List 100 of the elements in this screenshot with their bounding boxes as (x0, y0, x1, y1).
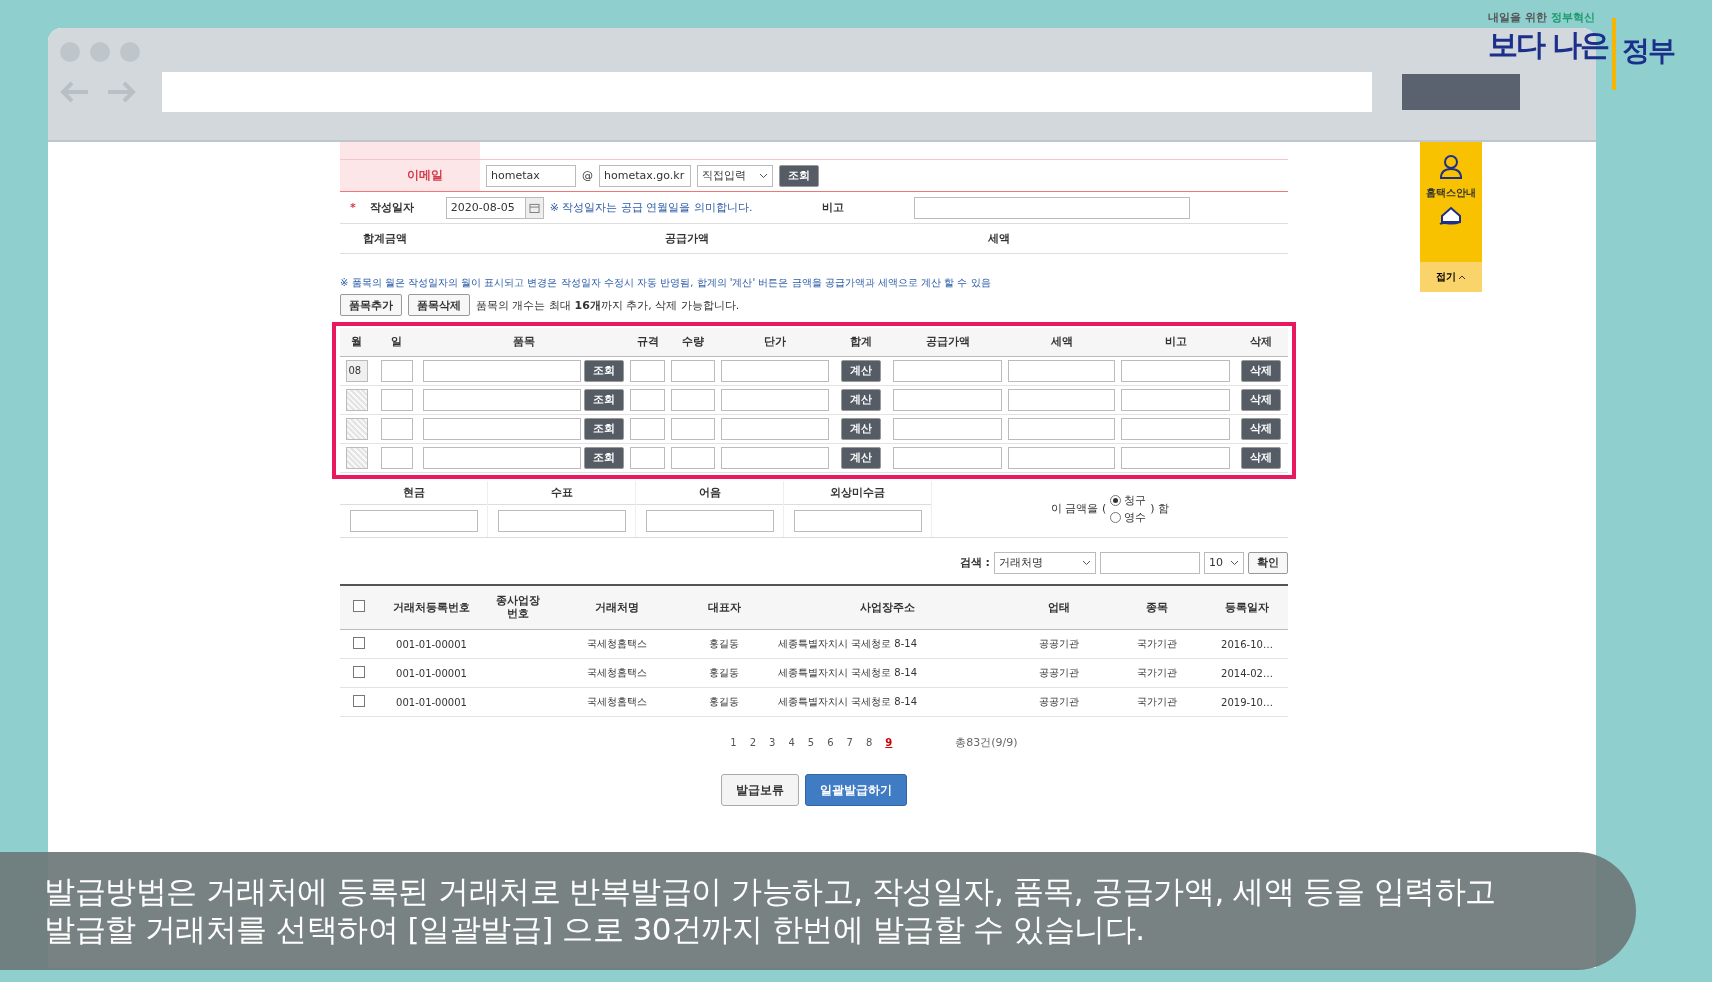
column-header: 단가 (718, 328, 832, 356)
supply-amount-field[interactable] (893, 417, 1002, 440)
hold-button[interactable]: 발급보류 (721, 774, 799, 806)
day-field[interactable] (380, 446, 413, 469)
quantity-field[interactable] (671, 359, 715, 382)
page-link[interactable]: 5 (807, 737, 815, 748)
page-link[interactable]: 9 (885, 737, 893, 748)
domain-select[interactable]: 직접입력 (697, 164, 773, 187)
spec-field[interactable] (630, 417, 665, 440)
collapse-button[interactable]: 접기 (1420, 262, 1482, 292)
unit-price-field[interactable] (721, 359, 829, 382)
row-checkbox[interactable] (352, 665, 365, 678)
search-type-select[interactable]: 거래처명 (994, 551, 1096, 574)
spec-field[interactable] (630, 446, 665, 469)
day-field[interactable] (380, 388, 413, 411)
select-all-checkbox[interactable] (352, 599, 365, 612)
search-field[interactable] (1100, 551, 1200, 574)
payment-field[interactable] (645, 509, 774, 532)
sidebar-label[interactable]: 홈택스안내 (1426, 180, 1476, 204)
supply-amount-field[interactable] (893, 388, 1002, 411)
page-link[interactable]: 7 (846, 737, 853, 748)
page-link[interactable]: 1 (730, 737, 737, 748)
delete-button[interactable]: 삭제 (1240, 417, 1281, 440)
page-link[interactable]: 4 (788, 737, 795, 748)
email-domain-field[interactable]: hometax.go.kr (599, 164, 691, 187)
amount-suffix: ) 함 (1150, 501, 1170, 516)
column-header: 종사업장 번호 (486, 585, 549, 630)
tax-field[interactable] (1008, 446, 1115, 469)
unit-price-field[interactable] (721, 446, 829, 469)
person-icon[interactable] (1439, 154, 1463, 180)
payment-field[interactable] (793, 509, 922, 532)
table-cell: 001-01-00001 (396, 696, 467, 708)
table-cell: 국가기관 (1137, 638, 1177, 649)
calculate-button[interactable]: 계산 (841, 388, 881, 411)
amount-prefix: 이 금액을 ( (1050, 501, 1107, 516)
page-size-select[interactable]: 10 (1204, 551, 1244, 574)
spec-field[interactable] (630, 359, 665, 382)
item-field[interactable] (423, 417, 581, 440)
tax-field[interactable] (1008, 417, 1115, 440)
item-field[interactable] (423, 359, 581, 382)
add-item-button[interactable]: 품목추가 (340, 294, 402, 316)
subtitle-line: 발급할 거래처를 선택하여 [일괄발급] 으로 30건까지 한번에 발급할 수 있습니다. (44, 910, 1146, 948)
item-field[interactable] (423, 388, 581, 411)
chevron-down-icon (1230, 559, 1239, 566)
day-field[interactable] (380, 359, 413, 382)
tax-field[interactable] (1008, 359, 1115, 382)
table-cell: 공공기관 (1039, 638, 1079, 649)
payment-field[interactable] (497, 509, 626, 532)
delete-button[interactable]: 삭제 (1240, 446, 1281, 469)
supply-amount-field[interactable] (893, 446, 1002, 469)
remark-field[interactable] (1121, 388, 1230, 411)
column-header: 거래처등록번호 (377, 585, 486, 630)
tax-field[interactable] (1008, 388, 1115, 411)
delete-button[interactable]: 삭제 (1240, 388, 1281, 411)
column-header: 일 (373, 328, 420, 356)
radio-option[interactable]: 영수 (1110, 509, 1147, 525)
delete-item-button[interactable]: 품목삭제 (408, 294, 470, 316)
lookup-button[interactable]: 조회 (584, 359, 624, 382)
quantity-field[interactable] (671, 446, 715, 469)
page-link[interactable]: 3 (769, 737, 776, 748)
month-field[interactable]: 08 (345, 359, 368, 382)
remark-field[interactable] (1121, 417, 1230, 440)
quantity-field[interactable] (671, 388, 715, 411)
row-checkbox[interactable] (352, 636, 365, 649)
page-link[interactable]: 6 (827, 737, 834, 748)
forward-arrow-icon[interactable] (106, 81, 136, 103)
confirm-button[interactable]: 확인 (1248, 551, 1288, 574)
item-field[interactable] (423, 446, 581, 469)
radio-option[interactable]: 청구 (1110, 492, 1147, 508)
supply-amount-field[interactable] (893, 359, 1002, 382)
remark-field[interactable] (914, 196, 1191, 219)
payment-field[interactable] (349, 509, 478, 532)
day-field[interactable] (380, 417, 413, 440)
go-button[interactable] (1402, 74, 1520, 110)
bulk-issue-button[interactable]: 일괄발급하기 (805, 774, 907, 806)
calculate-button[interactable]: 계산 (841, 446, 881, 469)
email-user-field[interactable]: hometax (486, 164, 576, 187)
spec-field[interactable] (630, 388, 665, 411)
page-link[interactable]: 8 (866, 737, 873, 748)
lookup-button[interactable]: 조회 (584, 417, 624, 440)
calendar-icon[interactable] (525, 196, 544, 219)
calculate-button[interactable]: 계산 (841, 417, 881, 440)
back-arrow-icon[interactable] (60, 81, 90, 103)
calculate-button[interactable]: 계산 (841, 359, 881, 382)
remark-field[interactable] (1121, 359, 1230, 382)
address-bar[interactable] (162, 72, 1372, 112)
remark-field[interactable] (1121, 446, 1230, 469)
delete-button[interactable]: 삭제 (1240, 359, 1281, 382)
remark-label: 비고 (821, 200, 846, 215)
date-field[interactable]: 2020-08-05 (445, 196, 526, 219)
lookup-button[interactable]: 조회 (779, 164, 819, 187)
row-checkbox[interactable] (352, 694, 365, 707)
table-cell: 홍길동 (709, 696, 739, 707)
lookup-button[interactable]: 조회 (584, 388, 624, 411)
lookup-button[interactable]: 조회 (584, 446, 624, 469)
column-header: 삭제 (1233, 328, 1288, 356)
quantity-field[interactable] (671, 417, 715, 440)
page-link[interactable]: 2 (749, 737, 757, 748)
unit-price-field[interactable] (721, 388, 829, 411)
unit-price-field[interactable] (721, 417, 829, 440)
